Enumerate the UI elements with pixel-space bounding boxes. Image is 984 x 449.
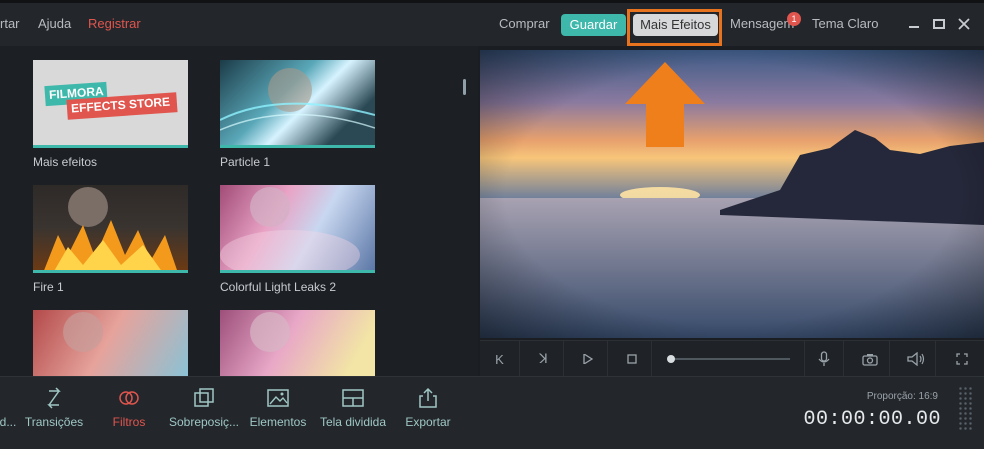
tool-sobreposicoes[interactable]: Sobreposiç... [165, 377, 243, 441]
effect-label: Colorful Light Leaks 2 [220, 280, 337, 294]
effect-label: Particle 1 [220, 155, 271, 169]
aspect-ratio-label: Proporção: 16:9 [866, 391, 938, 402]
effects-library: FILMORA EFFECTS STORE Mais efeitos Parti… [0, 46, 478, 376]
tool-label: d... [0, 415, 17, 429]
tool-audio[interactable]: d... [0, 377, 20, 441]
microphone-icon[interactable] [804, 341, 844, 377]
volume-icon[interactable] [896, 341, 936, 377]
filters-icon [119, 391, 139, 405]
effect-image [63, 312, 103, 352]
effect-thumb-fire-1[interactable] [33, 185, 188, 273]
video-preview [480, 50, 984, 338]
effect-image [250, 312, 290, 352]
stop-icon[interactable] [612, 341, 652, 377]
maximize-icon[interactable] [932, 17, 946, 31]
scrub-handle[interactable] [667, 355, 675, 363]
light-leaks-image [220, 187, 360, 270]
previous-icon[interactable]: K [480, 341, 520, 377]
tool-label: Transições [24, 415, 84, 429]
top-bar: rtar Ajuda Registrar Comprar Guardar Mai… [0, 0, 984, 46]
export-icon [419, 387, 437, 408]
effect-thumb-particle-1[interactable] [220, 60, 375, 148]
bottom-toolbar: d... Transições Filtros Sobreposiç... El… [0, 376, 984, 449]
tool-transicoes[interactable]: Transições [22, 377, 86, 441]
step-back-icon[interactable]: ꓘ [524, 341, 564, 377]
effect-thumb-6[interactable] [220, 310, 375, 376]
menu-registrar[interactable]: Registrar [88, 16, 141, 31]
comprar-button[interactable]: Comprar [499, 16, 550, 31]
progress-scrubber[interactable] [667, 355, 790, 363]
effect-label: Fire 1 [33, 280, 64, 294]
guardar-button[interactable]: Guardar [561, 14, 626, 36]
camera-icon[interactable] [850, 341, 890, 377]
highlight-box [627, 9, 722, 46]
menu-exportar[interactable]: rtar [0, 16, 20, 31]
fullscreen-icon[interactable] [942, 341, 982, 377]
elements-icon [267, 389, 289, 407]
grip-handle[interactable] [958, 386, 972, 430]
tool-elementos[interactable]: Elementos [247, 377, 309, 441]
split-screen-icon [342, 389, 364, 407]
play-icon[interactable] [568, 341, 608, 377]
mensagem-button[interactable]: Mensagem [730, 16, 794, 31]
overlays-icon [194, 388, 214, 407]
audio-icon [0, 387, 19, 409]
scrollbar[interactable] [463, 79, 466, 95]
effect-thumb-5[interactable] [33, 310, 188, 376]
tema-claro-button[interactable]: Tema Claro [812, 16, 878, 31]
menu-ajuda[interactable]: Ajuda [38, 16, 71, 31]
preview-image [480, 50, 984, 338]
tool-tela-dividida[interactable]: Tela dividida [317, 377, 389, 441]
tool-filtros[interactable]: Filtros [104, 377, 154, 441]
tool-label: Filtros [112, 415, 146, 429]
tool-exportar[interactable]: Exportar [401, 377, 455, 441]
tool-label: Sobreposiç... [168, 415, 240, 429]
transitions-icon [47, 387, 61, 409]
timecode: 00:00:00.00 [803, 408, 941, 431]
tool-label: Tela dividida [319, 415, 387, 429]
effect-thumb-colorful-light-leaks-2[interactable] [220, 185, 375, 273]
playback-controls: K ꓘ [480, 340, 984, 377]
tool-label: Elementos [249, 415, 307, 429]
notification-badge: 1 [787, 12, 801, 26]
effect-label: Mais efeitos [33, 155, 98, 169]
close-icon[interactable] [957, 17, 971, 31]
fire-image [44, 187, 177, 270]
minimize-icon[interactable] [907, 17, 921, 31]
effect-thumb-mais-efeitos[interactable]: FILMORA EFFECTS STORE [33, 60, 188, 148]
tool-label: Exportar [405, 415, 451, 429]
particle-image [220, 68, 375, 131]
